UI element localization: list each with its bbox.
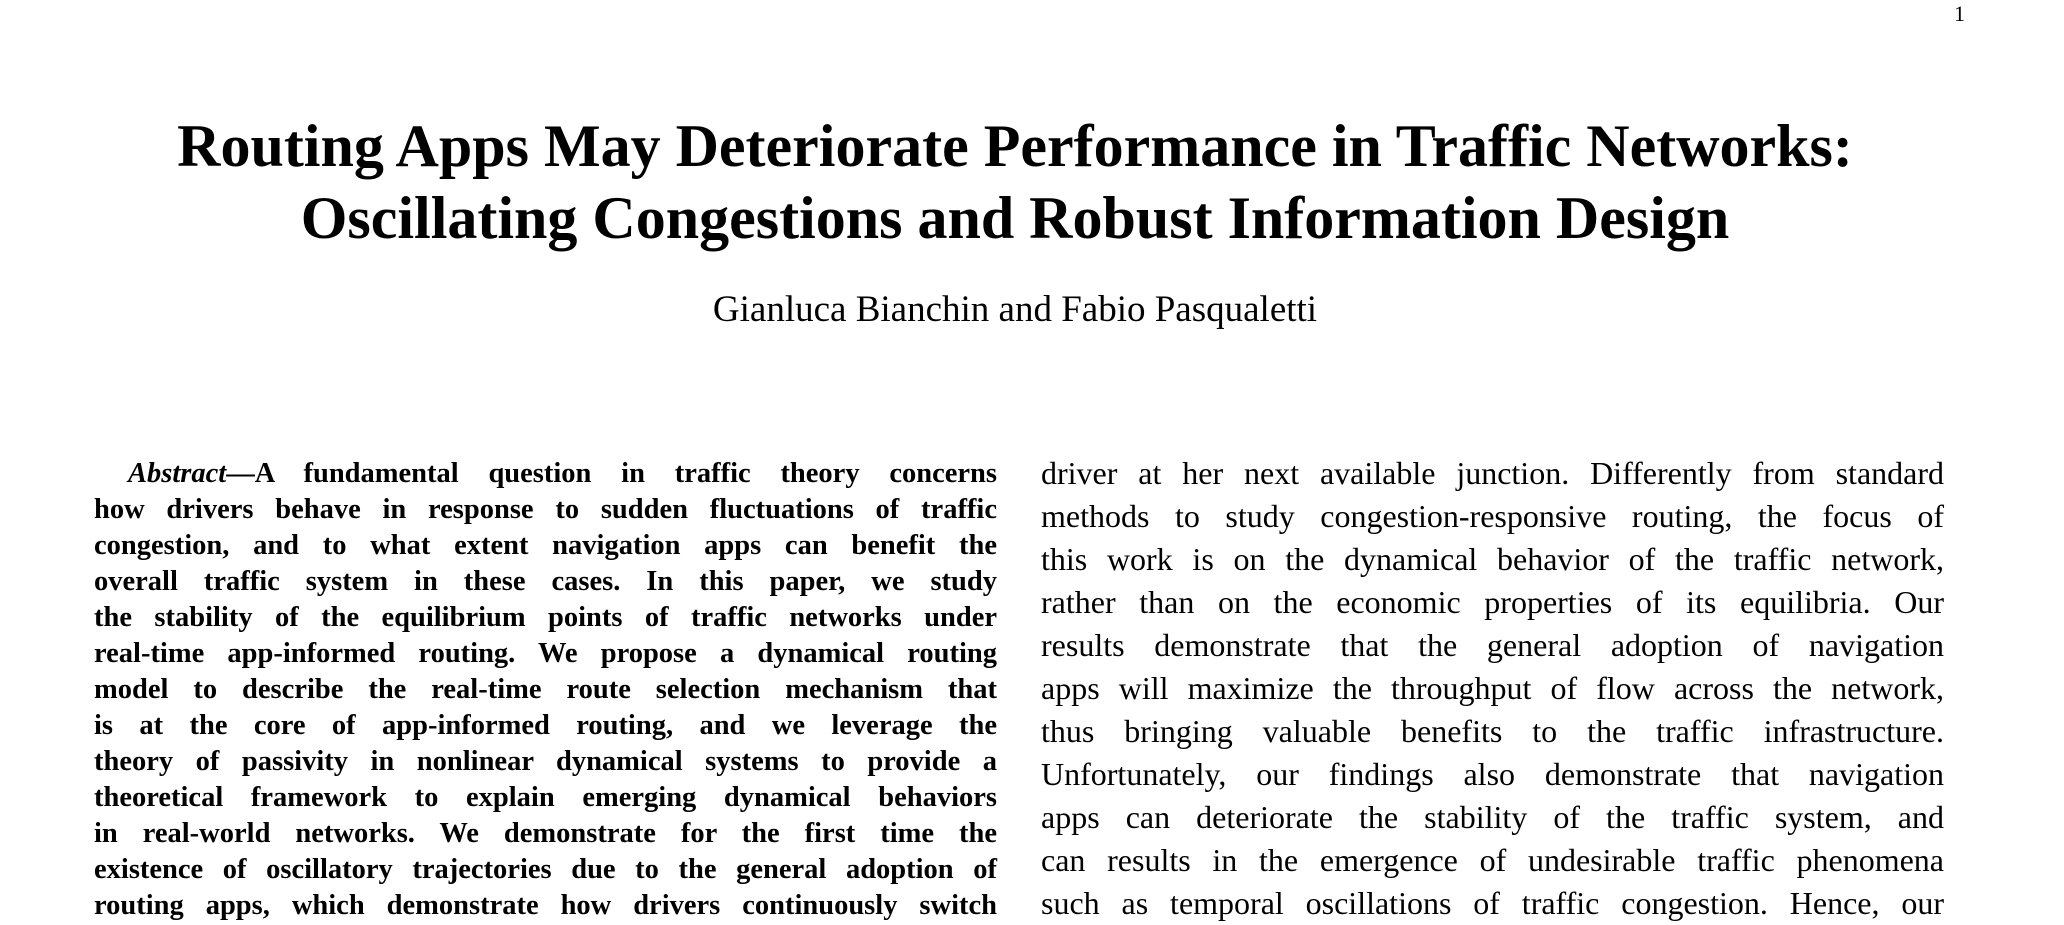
abstract-line: existence of oscillatory trajectories du… bbox=[94, 854, 997, 885]
author-list: Gianluca Bianchin and Fabio Pasqualetti bbox=[712, 289, 1318, 330]
abstract-line: the stability of the equilibrium points … bbox=[94, 602, 997, 633]
title-line: Routing Apps May Deteriorate Performance… bbox=[177, 113, 1853, 179]
abstract-line: theory of passivity in nonlinear dynamic… bbox=[94, 746, 997, 777]
abstract-line: how drivers behave in response to sudden… bbox=[94, 494, 997, 525]
body-line: such as temporal oscillations of traffic… bbox=[1041, 885, 1944, 921]
body-line: rather than on the economic properties o… bbox=[1041, 584, 1944, 620]
title-line: Oscillating Congestions and Robust Infor… bbox=[300, 185, 1730, 251]
body-line: driver at her next available junction. D… bbox=[1041, 455, 1944, 491]
abstract-first-text: A fundamental question in traffic theory… bbox=[254, 458, 997, 489]
body-line: methods to study congestion-responsive r… bbox=[1041, 498, 1944, 534]
body-line: can results in the emergence of undesira… bbox=[1041, 842, 1944, 878]
body-line: Unfortunately, our findings also demonst… bbox=[1041, 756, 1944, 792]
page-number: 1 bbox=[1954, 1, 1965, 26]
abstract-line: overall traffic system in these cases. I… bbox=[94, 566, 997, 597]
abstract-line: model to describe the real-time route se… bbox=[94, 674, 997, 705]
body-line: thus bringing valuable benefits to the t… bbox=[1041, 713, 1944, 749]
abstract-dash: — bbox=[226, 458, 255, 489]
body-line: results demonstrate that the general ado… bbox=[1041, 627, 1944, 663]
abstract-column: Abstract—A fundamental question in traff… bbox=[94, 456, 997, 924]
abstract-line: congestion, and to what extent navigatio… bbox=[94, 530, 997, 561]
body-line: apps can deteriorate the stability of th… bbox=[1041, 799, 1944, 835]
body-line: this work is on the dynamical behavior o… bbox=[1041, 541, 1944, 577]
abstract-line: real-time app-informed routing. We propo… bbox=[94, 638, 997, 669]
abstract-first-line: Abstract—A fundamental question in traff… bbox=[94, 456, 997, 492]
body-column: driver at her next available junction. D… bbox=[1041, 452, 1944, 925]
abstract-label: Abstract bbox=[128, 458, 227, 489]
abstract-line: is at the core of app-informed routing, … bbox=[94, 710, 997, 741]
abstract-line: theoretical framework to explain emergin… bbox=[94, 782, 997, 813]
paper-title: Routing Apps May Deteriorate Performance… bbox=[0, 110, 2030, 254]
abstract-line: routing apps, which demonstrate how driv… bbox=[94, 890, 997, 921]
body-line: apps will maximize the throughput of flo… bbox=[1041, 670, 1944, 706]
abstract-line: in real-world networks. We demonstrate f… bbox=[94, 818, 997, 849]
